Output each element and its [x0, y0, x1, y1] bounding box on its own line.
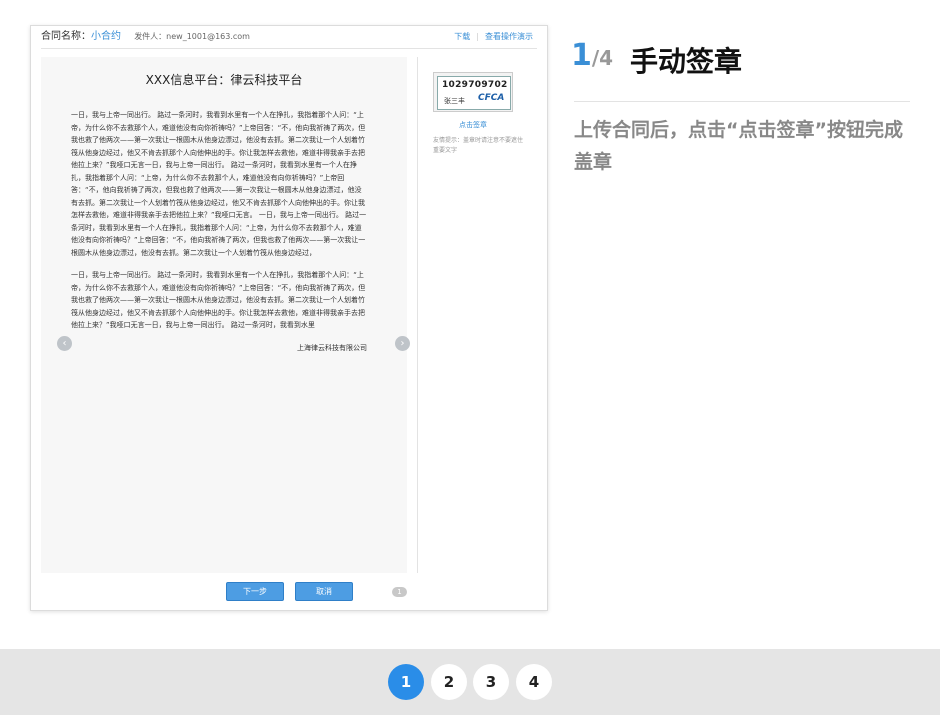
seal-frame: 1029709702 张三丰 CFCA	[437, 76, 511, 110]
document-viewer: XXX信息平台：律云科技平台 一日，我与上帝一同出行。 路过一条河时，我看到水里…	[41, 57, 410, 597]
pagination-dot-1[interactable]: 1	[388, 664, 424, 700]
pagination-dot-3[interactable]: 3	[473, 664, 509, 700]
panel-divider	[417, 57, 418, 573]
contract-header: 合同名称：小合约 发件人：new_1001@163.com 下载 | 查看操作演示	[41, 26, 537, 49]
step-title: 手动签章	[630, 45, 743, 78]
demo-link[interactable]: 查看操作演示	[485, 32, 533, 41]
prev-page-arrow-icon[interactable]: ‹	[57, 336, 72, 351]
step-total: /4	[591, 46, 614, 70]
document-title: XXX信息平台：律云科技平台	[145, 73, 303, 87]
document-paragraph: 一日，我与上帝一同出行。 路过一条河时，我看到水里有一个人在挣扎，我指着那个人问…	[71, 271, 366, 329]
pagination-dot-4[interactable]: 4	[516, 664, 552, 700]
download-link[interactable]: 下载	[454, 32, 470, 41]
document-body: 一日，我与上帝一同出行。 路过一条河时，我看到水里有一个人在挣扎，我指着那个人问…	[71, 109, 367, 354]
header-links: 下载 | 查看操作演示	[454, 26, 533, 48]
seal-panel: 1029709702 张三丰 CFCA 点击签章 友情提示：盖章时请注意不要遮住…	[433, 72, 523, 156]
cfca-logo: CFCA	[478, 93, 505, 103]
step-current: 1	[571, 38, 592, 73]
pagination-dot-2[interactable]: 2	[431, 664, 467, 700]
step-description: 上传合同后，点击“点击签章”按钮完成盖章	[574, 119, 903, 173]
sender-text: 发件人：new_1001@163.com	[134, 32, 250, 41]
contract-name-value: 小合约	[91, 31, 121, 42]
click-seal-link[interactable]: 点击签章	[433, 120, 513, 130]
cancel-button[interactable]: 取消	[295, 582, 353, 601]
next-page-arrow-icon[interactable]: ›	[395, 336, 410, 351]
title-divider	[574, 101, 910, 102]
seal-tip: 友情提示：盖章时请注意不要遮住重要文字	[433, 137, 524, 154]
page-number-badge: 1	[392, 587, 407, 597]
pagination-bar: 1 2 3 4	[0, 649, 940, 715]
link-divider: |	[476, 32, 479, 41]
seal-person: 张三丰	[444, 97, 465, 105]
seal-code: 1029709702	[442, 80, 508, 90]
screenshot-card: 合同名称：小合约 发件人：new_1001@163.com 下载 | 查看操作演示 …	[30, 25, 548, 611]
contract-name-label: 合同名称：	[41, 31, 91, 42]
seal-image[interactable]: 1029709702 张三丰 CFCA	[433, 72, 513, 112]
document-paragraph: 一日，我与上帝一同出行。 路过一条河时，我看到水里有一个人在挣扎，我指着那个人问…	[71, 111, 367, 257]
document-signature: 上海律云科技有限公司	[297, 343, 367, 352]
step-indicator: 1/4	[571, 38, 613, 73]
next-step-button[interactable]: 下一步	[226, 582, 284, 601]
